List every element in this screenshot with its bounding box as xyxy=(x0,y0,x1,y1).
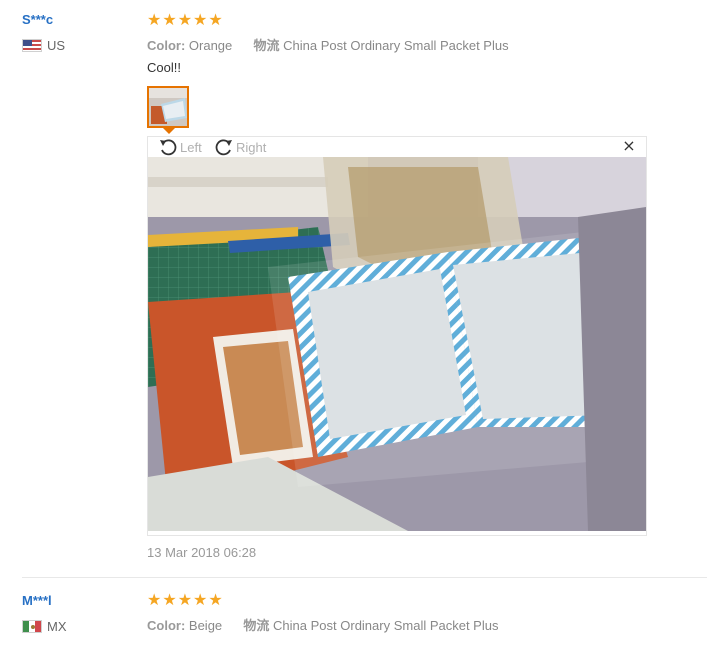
review-item: M***l MX ★ ★ ★ ★ ★ Color: Beige 物流 China… xyxy=(0,578,707,647)
viewer-toolbar: Left Right × xyxy=(148,137,646,157)
star-icon: ★ xyxy=(177,10,193,29)
review-photo xyxy=(148,157,646,531)
star-icon: ★ xyxy=(147,590,162,609)
reviewer-country: US xyxy=(22,37,65,53)
photo-album-image xyxy=(148,157,646,531)
attr-color-value: Orange xyxy=(188,38,233,53)
attr-color-value: Beige xyxy=(188,618,223,633)
us-flag-icon xyxy=(22,38,42,52)
attr-shipping-value: China Post Ordinary Small Packet Plus xyxy=(273,618,499,633)
star-icon: ★ xyxy=(147,10,162,29)
rotate-right-button[interactable]: Right xyxy=(214,138,266,156)
star-icon: ★ xyxy=(193,590,208,609)
star-rating: ★ ★ ★ ★ ★ xyxy=(147,12,223,28)
order-attributes: Color: Beige 物流 China Post Ordinary Smal… xyxy=(147,615,498,634)
star-rating: ★ ★ ★ ★ ★ xyxy=(147,592,223,608)
attr-color-key: Color: xyxy=(147,618,186,633)
review-text: Cool!! xyxy=(147,60,181,75)
rotate-right-label: Right xyxy=(236,139,267,155)
thumbnail-pointer xyxy=(162,127,176,134)
rotate-left-icon xyxy=(160,139,177,156)
reviewer-name[interactable]: M***l xyxy=(22,593,52,608)
country-code: US xyxy=(47,37,66,53)
photo-thumbnail-image xyxy=(149,88,187,126)
reviewer-country: MX xyxy=(22,618,67,634)
attr-shipping-key: 物流 xyxy=(243,618,270,633)
rotate-left-button[interactable]: Left xyxy=(158,138,202,156)
star-icon: ★ xyxy=(162,590,177,609)
star-icon: ★ xyxy=(193,10,208,29)
country-code: MX xyxy=(47,618,67,634)
mx-flag-icon xyxy=(22,619,42,633)
star-icon: ★ xyxy=(162,10,177,29)
attr-color-key: Color: xyxy=(147,38,186,53)
review-photo-thumbnail[interactable] xyxy=(147,86,189,128)
attr-shipping-key: 物流 xyxy=(253,38,280,53)
review-date: 13 Mar 2018 06:28 xyxy=(147,545,257,560)
close-icon[interactable]: × xyxy=(622,138,636,154)
attr-shipping-value: China Post Ordinary Small Packet Plus xyxy=(283,38,509,53)
star-icon: ★ xyxy=(208,590,223,609)
review-item: S***c US ★ ★ ★ ★ ★ Color: Orange 物流 Chin… xyxy=(0,0,707,577)
rotate-left-label: Left xyxy=(180,139,202,155)
reviewer-name[interactable]: S***c xyxy=(22,12,53,27)
order-attributes: Color: Orange 物流 China Post Ordinary Sma… xyxy=(147,35,509,54)
photo-viewer: Left Right × xyxy=(147,136,647,536)
rotate-right-icon xyxy=(215,139,232,156)
star-icon: ★ xyxy=(177,590,193,609)
star-icon: ★ xyxy=(208,10,223,29)
